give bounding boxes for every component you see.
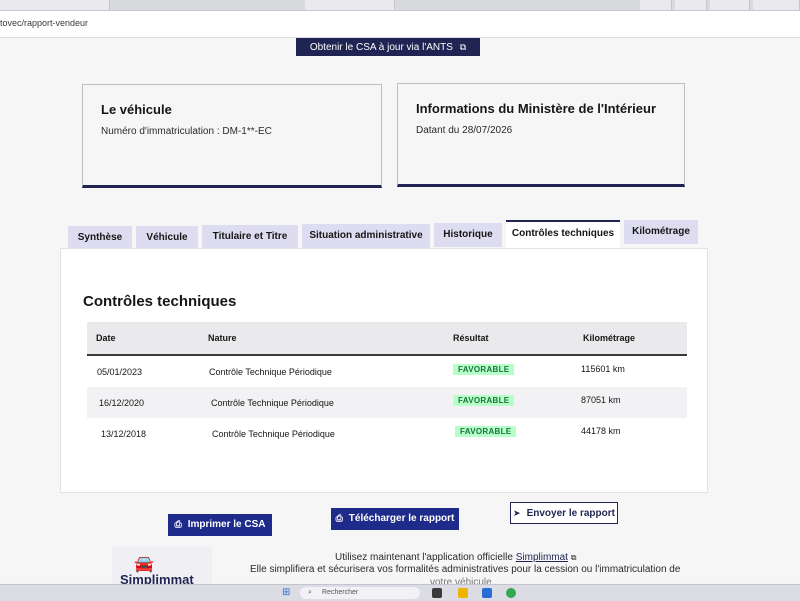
simplimmat-promo: 🚘 Simplimmat Utilisez maintenant l'appli…: [0, 546, 800, 594]
browser-tab[interactable]: [710, 0, 750, 10]
taskbar-app-icon[interactable]: [432, 588, 442, 598]
table-row: 05/01/2023 Contrôle Technique Périodique…: [87, 356, 687, 387]
controls-panel: Contrôles techniques Date Nature Résulta…: [60, 248, 708, 493]
browser-tab-strip: [0, 0, 800, 11]
status-badge: FAVORABLE: [453, 364, 515, 375]
browser-icon[interactable]: [506, 588, 516, 598]
column-mileage: Kilométrage: [583, 333, 636, 343]
print-csa-label: Imprimer le CSA: [187, 519, 266, 530]
print-csa-button[interactable]: ⎙ Imprimer le CSA: [168, 514, 272, 536]
tab-titulaire-titre[interactable]: Titulaire et Titre: [202, 225, 298, 249]
browser-tab[interactable]: [305, 0, 395, 10]
ants-csa-button-label: Obtenir le CSA à jour via l'ANTS: [309, 42, 453, 53]
row-nature: Contrôle Technique Périodique: [212, 429, 335, 439]
promo-line-2: Elle simplifiera et sécurisera vos forma…: [250, 564, 681, 575]
external-link-icon: ⧉: [570, 553, 577, 562]
browser-tab[interactable]: [753, 0, 800, 10]
tab-kilometrage[interactable]: Kilométrage: [624, 220, 698, 244]
printer-icon: ⎙: [335, 513, 343, 523]
ministry-card-title: Informations du Ministère de l'Intérieur: [416, 101, 657, 116]
tab-situation-administrative[interactable]: Situation administrative: [302, 224, 430, 248]
controls-table: Date Nature Résultat Kilométrage 05/01/2…: [87, 322, 687, 449]
download-report-label: Télécharger le rapport: [348, 513, 455, 524]
table-row: 13/12/2018 Contrôle Technique Périodique…: [87, 418, 687, 449]
vehicle-card: Le véhicule Numéro d'immatriculation : D…: [82, 84, 382, 188]
row-nature: Contrôle Technique Périodique: [209, 367, 332, 377]
download-report-button[interactable]: ⎙ Télécharger le rapport: [331, 508, 459, 530]
browser-tab[interactable]: [640, 0, 672, 10]
browser-tab[interactable]: [0, 0, 110, 10]
send-report-label: Envoyer le rapport: [526, 508, 615, 519]
taskbar-search[interactable]: ⌕ Rechercher: [300, 587, 420, 599]
column-nature: Nature: [208, 333, 237, 343]
tab-historique[interactable]: Historique: [434, 223, 502, 247]
simplimmat-link[interactable]: Simplimmat: [516, 552, 568, 563]
tab-controles-techniques[interactable]: Contrôles techniques: [506, 220, 620, 248]
ants-csa-button[interactable]: Obtenir le CSA à jour via l'ANTS ⧉: [296, 38, 480, 56]
page-content: Obtenir le CSA à jour via l'ANTS ⧉ Le vé…: [0, 38, 800, 594]
promo-line-1: Utilisez maintenant l'application offici…: [335, 552, 576, 563]
report-tabs: Synthèse Véhicule Titulaire et Titre Sit…: [68, 220, 708, 250]
table-header: Date Nature Résultat Kilométrage: [87, 322, 687, 356]
row-date: 13/12/2018: [101, 429, 147, 439]
table-row: 16/12/2020 Contrôle Technique Périodique…: [87, 387, 687, 418]
address-bar[interactable]: tovec/rapport-vendeur: [0, 11, 800, 38]
printer-icon: ⎙: [174, 519, 182, 529]
row-mileage: 115601 km: [581, 364, 625, 374]
tab-synthese[interactable]: Synthèse: [68, 226, 132, 250]
browser-tab[interactable]: [675, 0, 707, 10]
vehicle-card-title: Le véhicule: [101, 102, 172, 117]
row-date: 05/01/2023: [97, 367, 143, 377]
store-icon[interactable]: [482, 588, 492, 598]
row-nature: Contrôle Technique Périodique: [211, 398, 334, 408]
status-badge: FAVORABLE: [455, 426, 517, 437]
car-icon: 🚘: [134, 556, 154, 573]
windows-start-icon[interactable]: ⊞: [282, 587, 290, 598]
folder-icon[interactable]: [458, 588, 468, 598]
ministry-date-text: Datant du 28/07/2026: [416, 125, 513, 136]
vehicle-plate-text: Numéro d'immatriculation : DM-1**-EC: [101, 126, 272, 137]
row-mileage: 87051 km: [581, 395, 621, 405]
row-mileage: 44178 km: [581, 426, 621, 436]
controls-title: Contrôles techniques: [83, 293, 237, 310]
external-link-icon: ⧉: [459, 42, 467, 52]
tab-vehicule[interactable]: Véhicule: [136, 226, 198, 250]
ministry-card: Informations du Ministère de l'Intérieur…: [397, 83, 685, 187]
column-date: Date: [96, 333, 116, 343]
search-icon: ⌕: [308, 589, 312, 596]
row-date: 16/12/2020: [99, 398, 145, 408]
url-text[interactable]: tovec/rapport-vendeur: [0, 18, 88, 28]
send-report-button[interactable]: ➤ Envoyer le rapport: [510, 502, 618, 524]
taskbar: ⊞ ⌕ Rechercher: [0, 584, 800, 601]
send-icon: ➤: [513, 508, 521, 518]
promo-line-1-text: Utilisez maintenant l'application offici…: [335, 552, 513, 563]
status-badge: FAVORABLE: [453, 395, 515, 406]
taskbar-search-placeholder: Rechercher: [322, 589, 359, 596]
column-result: Résultat: [453, 333, 489, 343]
